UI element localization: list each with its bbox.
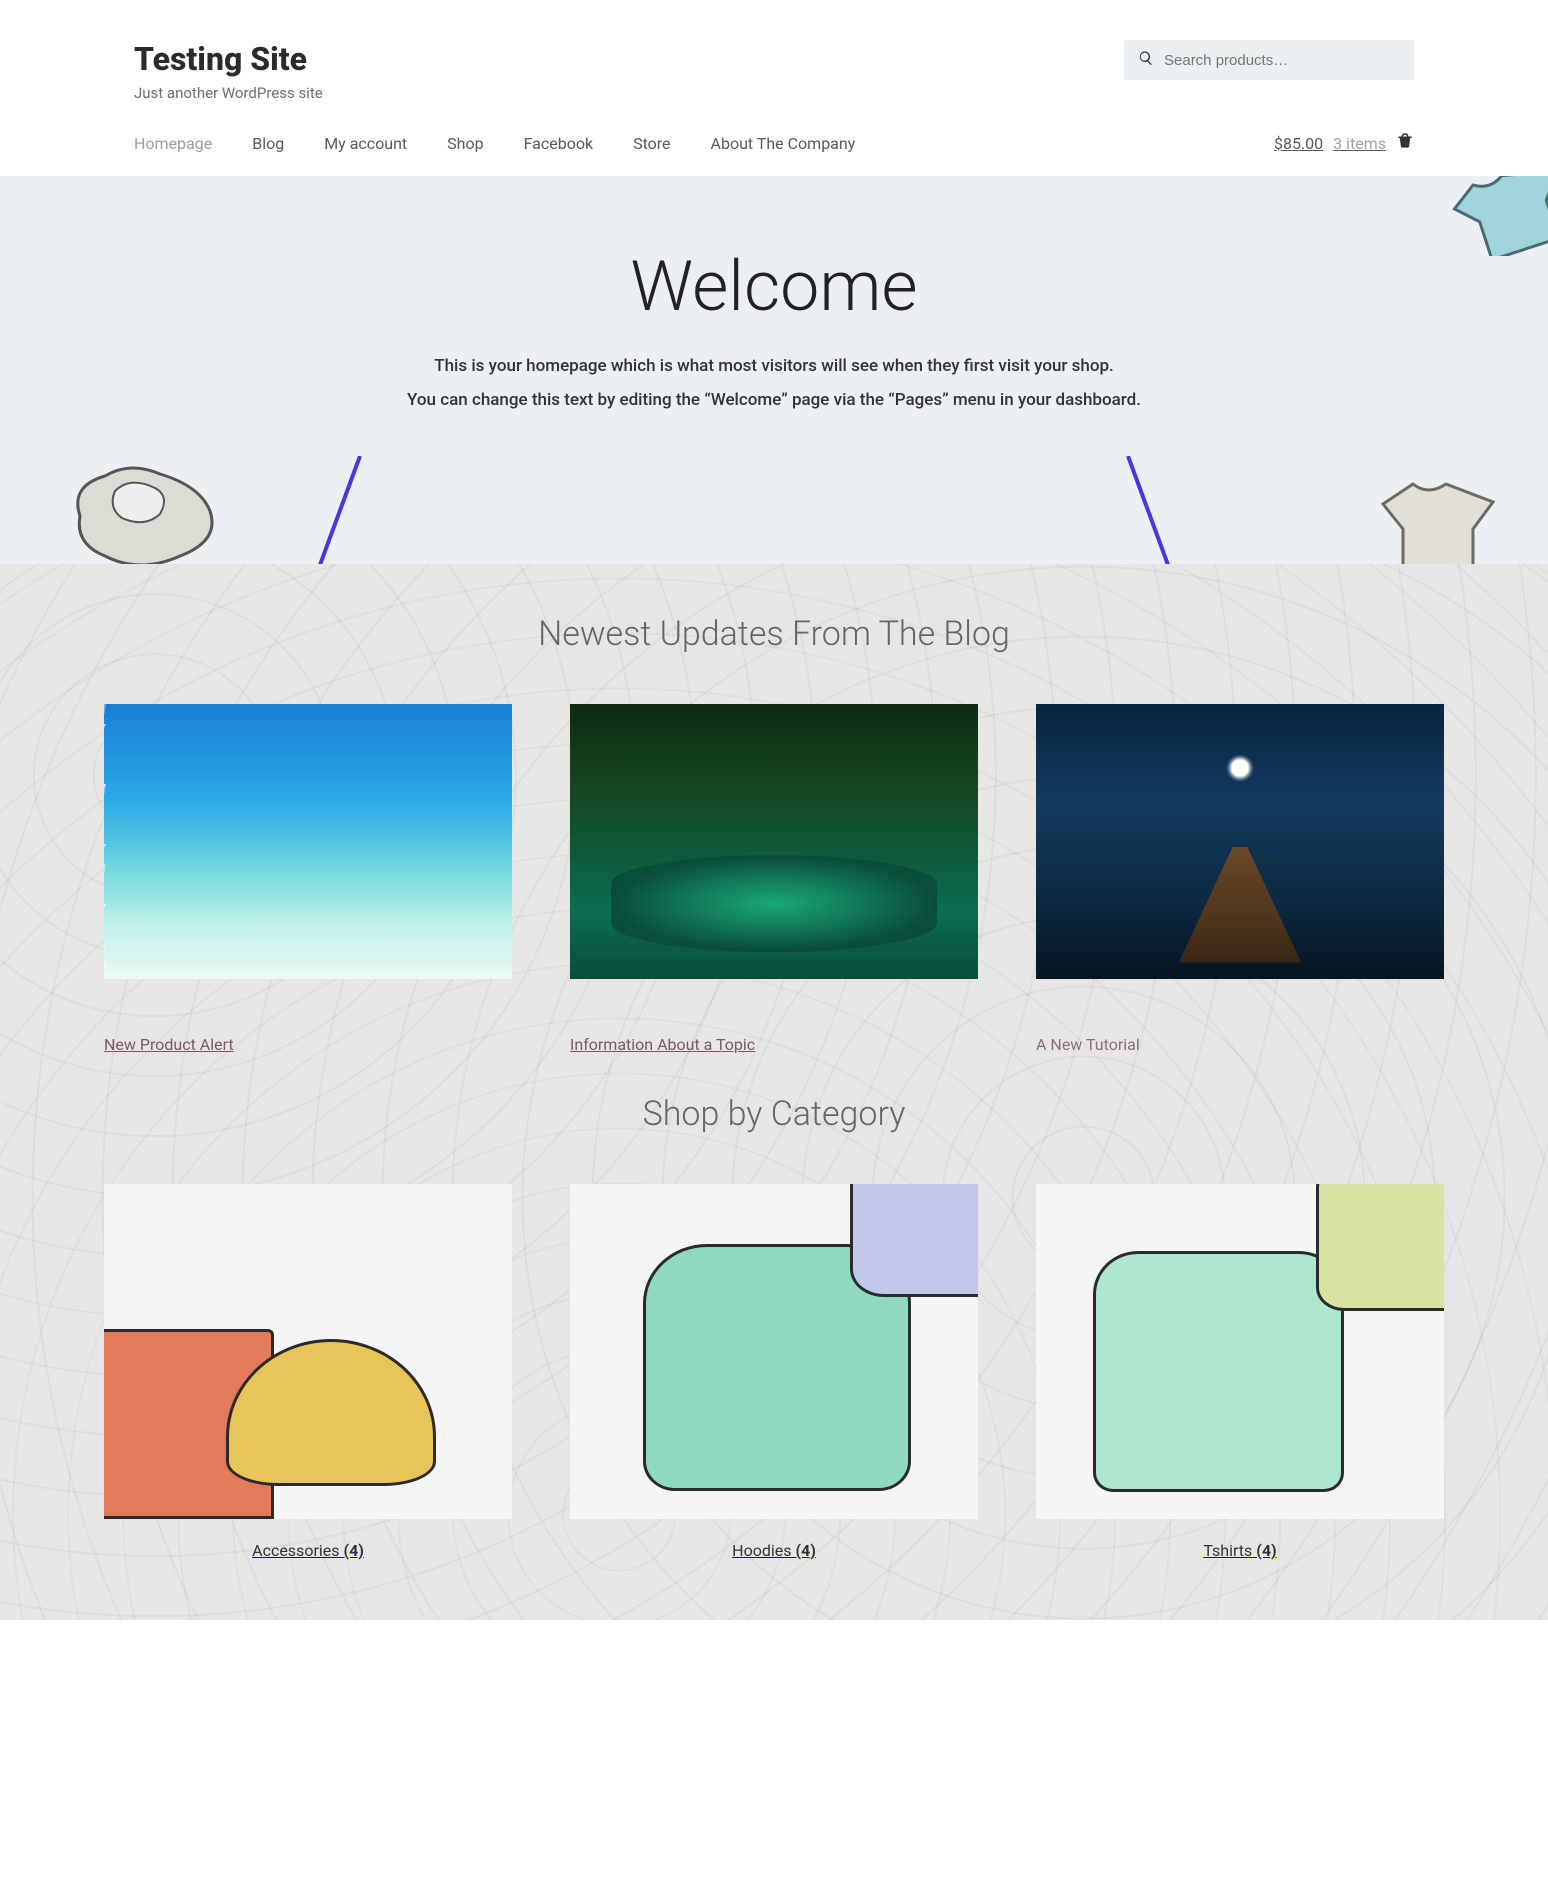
cart-items-count: 3 items [1333,134,1386,153]
category-label: Tshirts (4) [1036,1541,1444,1560]
category-card-hoodies[interactable]: Hoodies (4) [570,1184,978,1560]
blog-image [104,704,512,979]
site-tagline: Just another WordPress site [134,84,323,102]
tshirt-illustration-top [1448,176,1548,256]
blog-image-link[interactable] [104,704,512,979]
category-count: (4) [343,1541,363,1560]
nav-about[interactable]: About The Company [711,134,856,153]
blog-section: Newest Updates From The Blog New Product… [0,564,1548,1620]
blog-card: New Product Alert [104,704,512,1054]
blog-title[interactable]: A New Tutorial [1036,1035,1140,1054]
category-label: Accessories (4) [104,1541,512,1560]
blog-image [1036,704,1444,979]
blog-card: A New Tutorial [1036,704,1444,1054]
hero: Welcome This is your homepage which is w… [0,176,1548,564]
tshirt-illustration-right [1368,474,1508,564]
blog-section-title: Newest Updates From The Blog [0,614,1548,654]
blog-image-link[interactable] [1036,704,1444,979]
primary-nav: Homepage Blog My account Shop Facebook S… [134,132,1414,176]
category-count: (4) [1256,1541,1276,1560]
category-image [104,1184,512,1519]
cart-total: $85.00 [1274,134,1323,153]
nav-homepage[interactable]: Homepage [134,134,212,153]
blog-image [570,704,978,979]
nav-store[interactable]: Store [633,134,670,153]
nav-my-account[interactable]: My account [324,134,407,153]
branding: Testing Site Just another WordPress site [134,40,323,102]
nav-shop[interactable]: Shop [447,134,483,153]
hero-line-1: This is your homepage which is what most… [0,356,1548,376]
nav-blog[interactable]: Blog [252,134,284,153]
category-label: Hoodies (4) [570,1541,978,1560]
blog-title-link[interactable]: New Product Alert [104,1035,234,1054]
category-image [1036,1184,1444,1519]
cart-link[interactable]: $85.00 3 items [1274,132,1414,154]
search-box[interactable] [1124,40,1414,80]
annotation-arrow-left [280,456,370,564]
site-title[interactable]: Testing Site [134,40,323,78]
annotation-arrow-right [1118,456,1208,564]
basket-icon [1396,132,1414,154]
category-count: (4) [795,1541,815,1560]
hoodie-illustration [60,456,230,564]
category-image [570,1184,978,1519]
category-name: Accessories [252,1541,339,1560]
search-input[interactable] [1164,52,1400,69]
hero-line-2: You can change this text by editing the … [0,390,1548,410]
category-name: Tshirts [1203,1541,1252,1560]
search-icon [1138,50,1164,70]
blog-title-link[interactable]: Information About a Topic [570,1035,755,1054]
category-card-tshirts[interactable]: Tshirts (4) [1036,1184,1444,1560]
nav-facebook[interactable]: Facebook [524,134,593,153]
blog-card: Information About a Topic [570,704,978,1054]
blog-image-link[interactable] [570,704,978,979]
category-card-accessories[interactable]: Accessories (4) [104,1184,512,1560]
hero-title: Welcome [0,246,1548,328]
category-name: Hoodies [732,1541,791,1560]
category-section-title: Shop by Category [0,1094,1548,1134]
